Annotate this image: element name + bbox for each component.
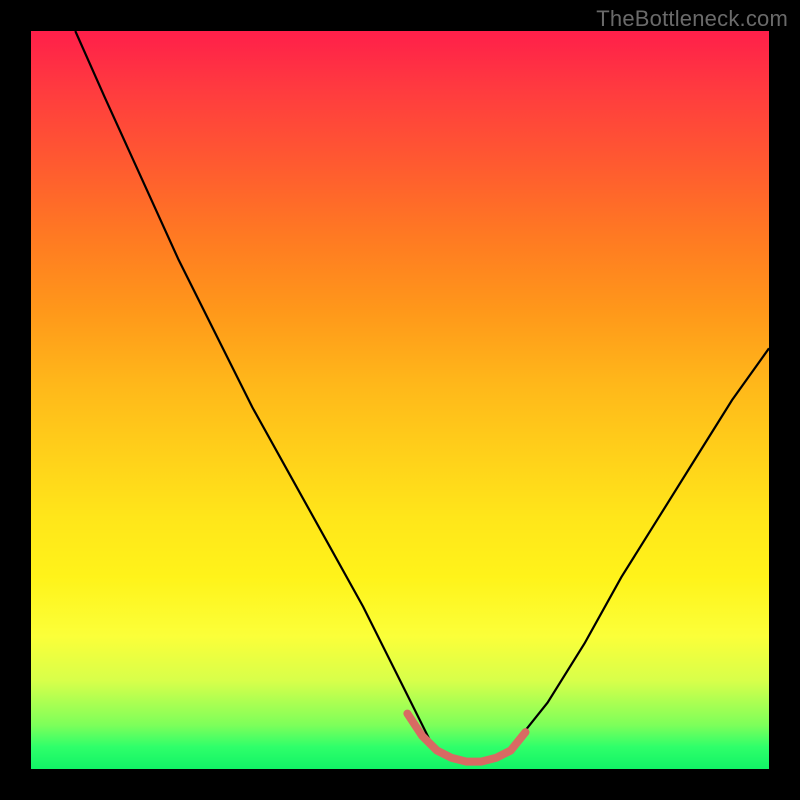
- bottleneck-curve: [75, 31, 769, 762]
- curve-svg: [31, 31, 769, 769]
- chart-frame: TheBottleneck.com: [0, 0, 800, 800]
- watermark-text: TheBottleneck.com: [596, 6, 788, 32]
- plot-area: [31, 31, 769, 769]
- trough-marker: [407, 714, 525, 762]
